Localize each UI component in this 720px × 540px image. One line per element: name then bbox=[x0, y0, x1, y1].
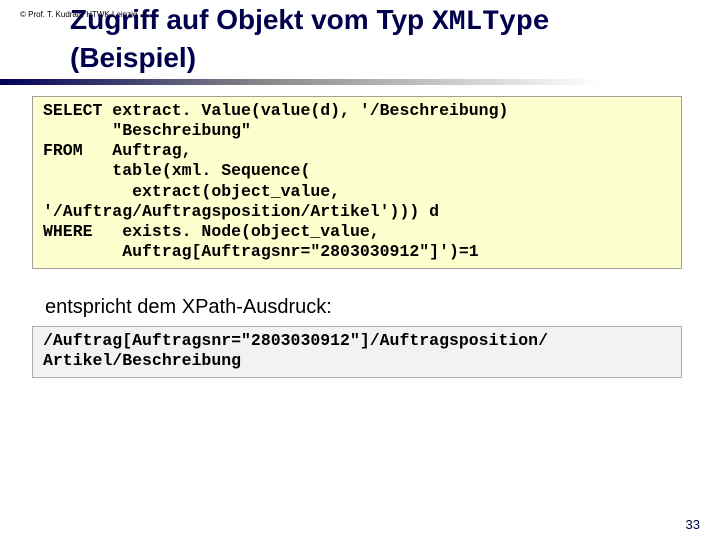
title-underline bbox=[0, 79, 600, 85]
title-text-mono: XMLType bbox=[432, 7, 550, 38]
slide-title: Zugriff auf Objekt vom Typ XMLType (Beis… bbox=[70, 2, 700, 75]
page-number: 33 bbox=[686, 517, 700, 532]
title-text-post: (Beispiel) bbox=[70, 42, 196, 73]
xpath-caption: entspricht dem XPath-Ausdruck: bbox=[45, 296, 332, 319]
sql-code-block: SELECT extract. Value(value(d), '/Beschr… bbox=[32, 96, 682, 269]
title-text-pre: Zugriff auf Objekt vom Typ bbox=[70, 4, 432, 35]
xpath-code-block: /Auftrag[Auftragsnr="2803030912"]/Auftra… bbox=[32, 326, 682, 378]
